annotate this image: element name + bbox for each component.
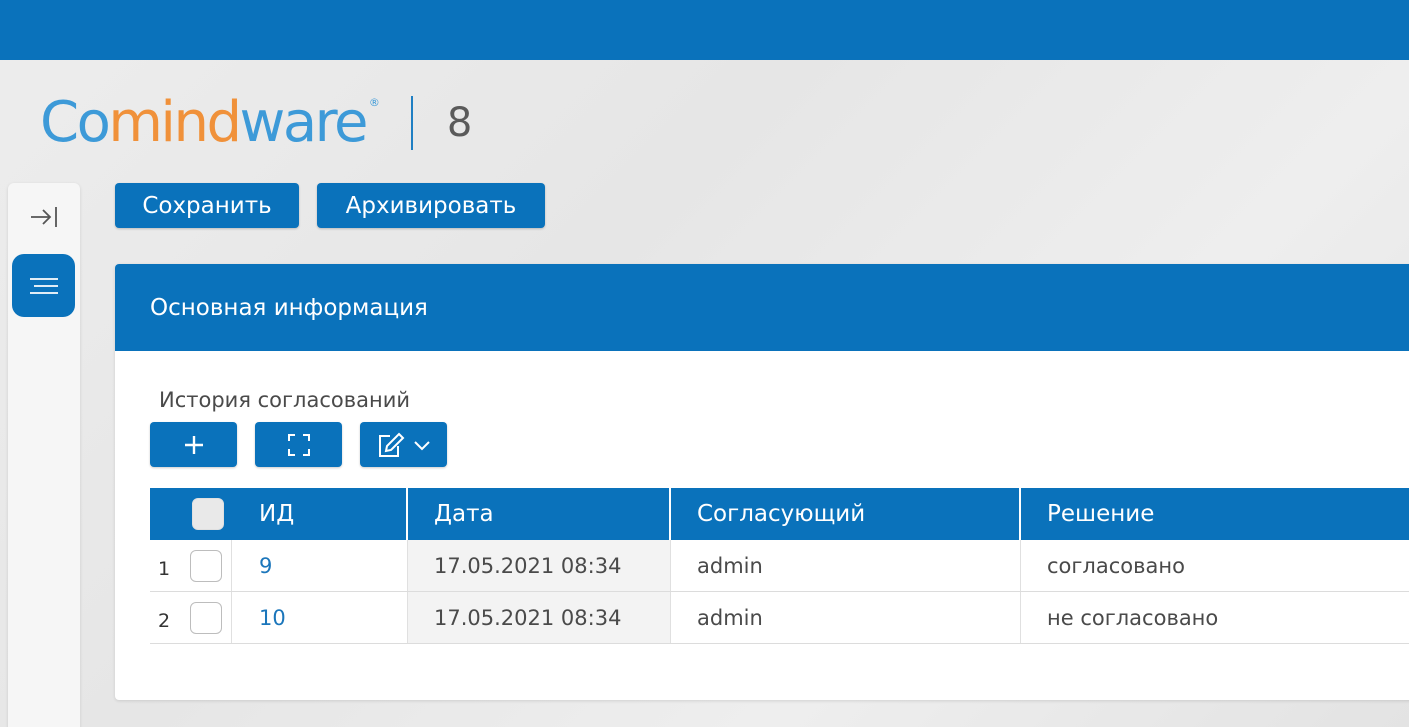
edit-dropdown-button[interactable] [360, 422, 447, 467]
section-title: История согласований [159, 388, 411, 412]
expand-icon [287, 433, 310, 456]
header-select-cell [150, 488, 232, 540]
brand: Comindware ® 8 [40, 88, 472, 158]
top-bar [0, 0, 1409, 60]
select-all-checkbox[interactable] [192, 498, 224, 530]
cell-approver: admin [671, 540, 1021, 591]
brand-divider [410, 96, 413, 150]
side-panel [8, 183, 80, 727]
card-header: Основная информация [115, 264, 1409, 351]
add-row-button[interactable] [150, 422, 237, 467]
expand-button[interactable] [255, 422, 342, 467]
column-header-id[interactable]: ИД [232, 488, 408, 540]
table-header: ИД Дата Согласующий Решение [150, 488, 1409, 540]
card-title: Основная информация [150, 294, 428, 321]
cell-id: 9 [232, 540, 408, 591]
save-button[interactable]: Сохранить [115, 183, 299, 228]
cell-decision: не согласовано [1047, 605, 1219, 630]
plus-icon [184, 435, 203, 454]
row-select-cell [186, 540, 232, 591]
row-checkbox[interactable] [190, 549, 222, 582]
logo: Comindware ® [40, 90, 380, 155]
table-row[interactable]: 2 10 17.05.2021 08:34 admin не согласова… [150, 592, 1409, 644]
hamburger-menu-icon[interactable] [12, 254, 75, 317]
id-link[interactable]: 10 [259, 606, 286, 630]
cell-id: 10 [232, 592, 408, 643]
row-number: 2 [158, 609, 171, 632]
column-header-approver[interactable]: Согласующий [671, 488, 1021, 540]
id-link[interactable]: 9 [259, 554, 272, 578]
row-select-cell [186, 592, 232, 643]
registered-mark: ® [368, 96, 380, 109]
column-header-decision[interactable]: Решение [1021, 488, 1409, 540]
main-info-card: Основная информация История согласований… [115, 264, 1409, 700]
edit-icon [378, 432, 404, 457]
table-row[interactable]: 1 9 17.05.2021 08:34 admin согласовано [150, 540, 1409, 592]
cell-approver: admin [671, 592, 1021, 643]
row-checkbox[interactable] [190, 601, 222, 634]
cell-decision: согласовано [1047, 553, 1185, 578]
version-number: 8 [446, 100, 473, 146]
chevron-down-icon [413, 440, 430, 450]
collapse-right-icon[interactable] [8, 195, 80, 239]
row-number: 1 [158, 557, 171, 580]
column-header-date[interactable]: Дата [408, 488, 671, 540]
archive-button[interactable]: Архивировать [317, 183, 545, 228]
cell-date: 17.05.2021 08:34 [408, 592, 671, 643]
cell-date: 17.05.2021 08:34 [408, 540, 671, 591]
